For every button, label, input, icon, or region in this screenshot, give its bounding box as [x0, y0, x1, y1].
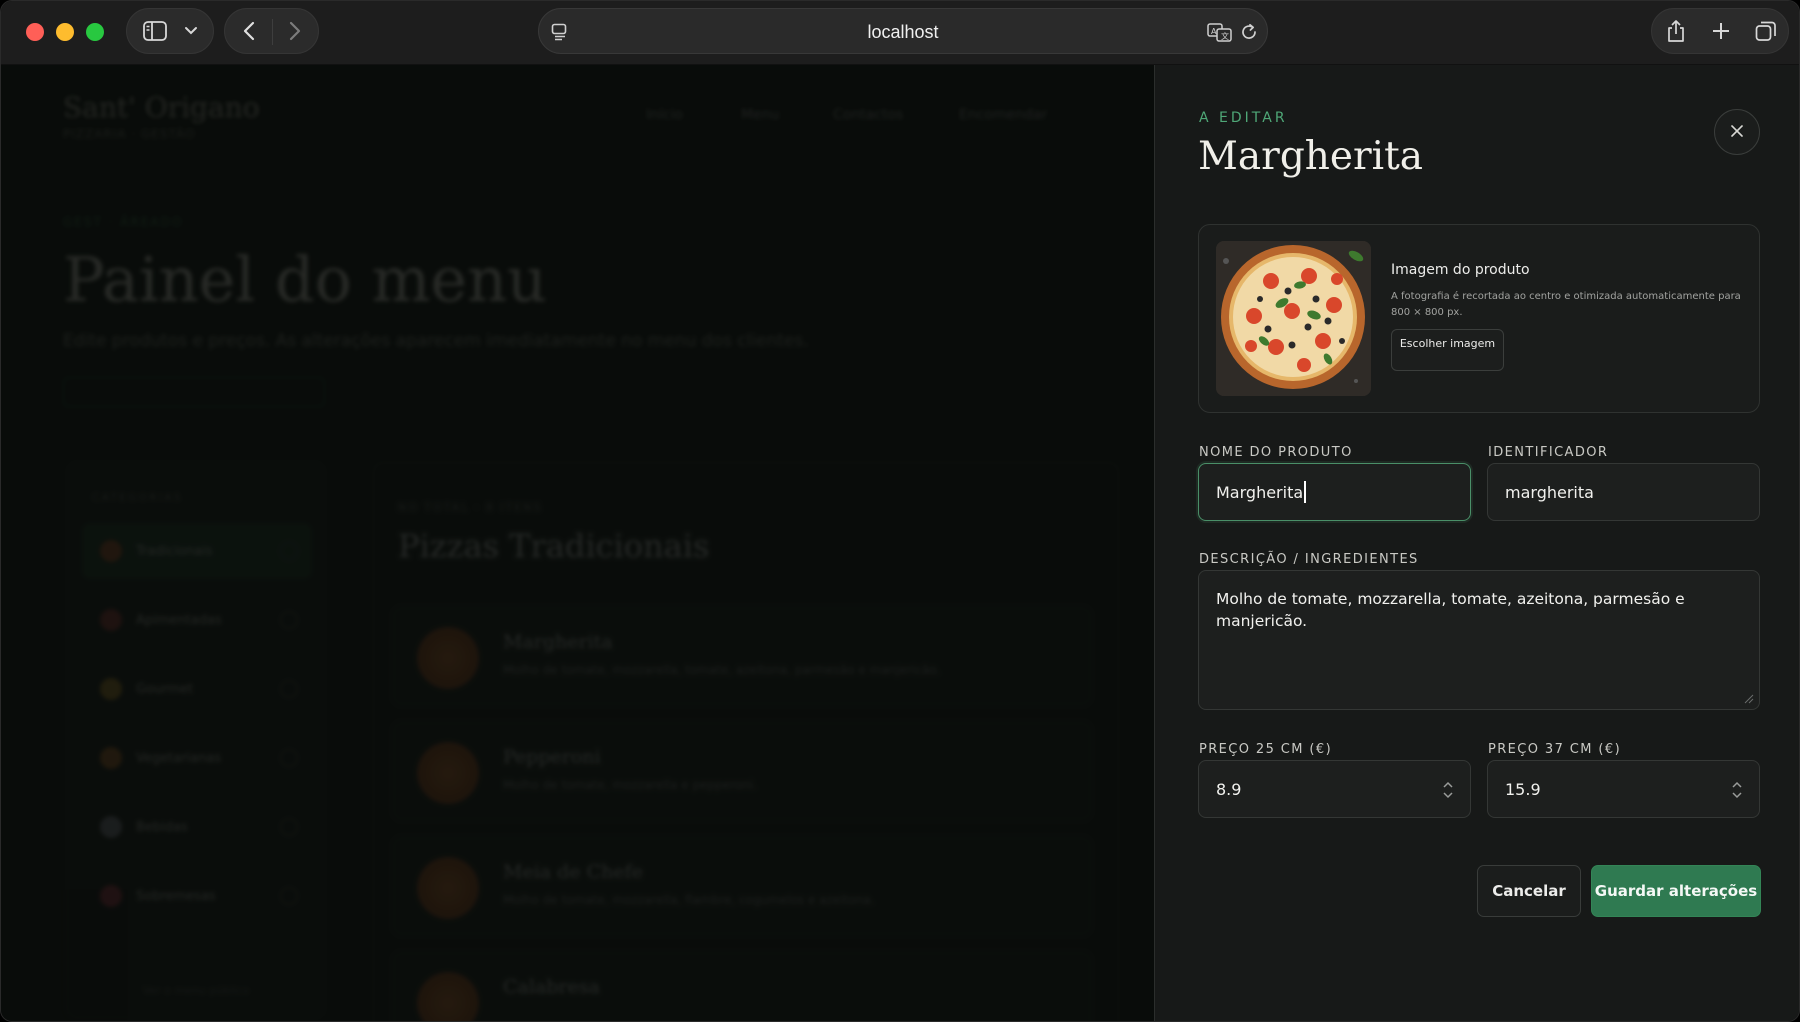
- price-large-label: PREÇO 37 CM (€): [1488, 742, 1622, 757]
- nav-divider: [272, 19, 273, 45]
- close-window-button[interactable]: [26, 23, 44, 41]
- price-small-input[interactable]: 8.9: [1198, 760, 1471, 818]
- panel-eyebrow: A EDITAR: [1199, 110, 1288, 126]
- number-stepper-icon[interactable]: [1442, 780, 1454, 800]
- product-name-input[interactable]: Margherita: [1198, 463, 1471, 521]
- cancel-button[interactable]: Cancelar: [1477, 865, 1581, 917]
- minimize-window-button[interactable]: [56, 23, 74, 41]
- address-text: localhost: [867, 22, 939, 42]
- price-large-input[interactable]: 15.9: [1487, 760, 1760, 818]
- svg-text:A: A: [1211, 27, 1217, 36]
- image-label: Imagem do produto: [1391, 262, 1530, 278]
- browser-toolbar: localhost A文: [1, 1, 1799, 65]
- product-image-card: Imagem do produto A fotografia é recorta…: [1198, 224, 1760, 413]
- identifier-label: IDENTIFICADOR: [1488, 445, 1609, 460]
- svg-text:文: 文: [1221, 31, 1229, 41]
- close-button[interactable]: [1714, 109, 1760, 155]
- product-image: [1216, 241, 1371, 396]
- browser-window: localhost A文 Sant' Origano PIZZARIA · GE…: [0, 0, 1800, 1022]
- price-small-label: PREÇO 25 CM (€): [1199, 742, 1333, 757]
- reload-icon[interactable]: [1239, 21, 1259, 43]
- identifier-input[interactable]: margherita: [1487, 463, 1760, 521]
- browser-actions-group: [1651, 8, 1789, 54]
- number-stepper-icon[interactable]: [1731, 780, 1743, 800]
- chevron-down-icon[interactable]: [183, 23, 199, 39]
- product-name-value: Margherita: [1216, 482, 1304, 502]
- description-textarea[interactable]: Molho de tomate, mozzarella, tomate, aze…: [1198, 570, 1760, 710]
- panel-title: Margherita: [1198, 134, 1424, 179]
- text-caret: [1304, 481, 1306, 503]
- navigation-group: [224, 8, 319, 54]
- share-icon[interactable]: [1664, 18, 1688, 44]
- new-tab-icon[interactable]: [1710, 20, 1732, 42]
- back-icon[interactable]: [239, 20, 259, 42]
- choose-image-button[interactable]: Escolher imagem: [1391, 329, 1504, 371]
- sidebar-toggle-icon[interactable]: [143, 20, 167, 42]
- background-page: Sant' Origano PIZZARIA · GESTÃO Início M…: [1, 65, 1154, 1021]
- image-help-text: A fotografia é recortada ao centro e oti…: [1391, 291, 1741, 318]
- product-name-label: NOME DO PRODUTO: [1199, 445, 1353, 460]
- edit-product-panel: A EDITAR Margherita Imagem do produto A …: [1154, 65, 1799, 1021]
- resize-grip-icon[interactable]: [1742, 692, 1754, 704]
- price-large-value: 15.9: [1505, 779, 1541, 799]
- description-label: DESCRIÇÃO / INGREDIENTES: [1199, 552, 1419, 567]
- tabs-overview-icon[interactable]: [1754, 20, 1778, 42]
- identifier-value: margherita: [1505, 482, 1594, 502]
- forward-icon[interactable]: [285, 20, 305, 42]
- close-icon: [1730, 123, 1744, 142]
- save-button[interactable]: Guardar alterações: [1591, 865, 1761, 917]
- address-bar[interactable]: localhost A文: [538, 8, 1268, 54]
- translate-icon[interactable]: A文: [1207, 21, 1233, 43]
- zoom-window-button[interactable]: [86, 23, 104, 41]
- description-value: Molho de tomate, mozzarella, tomate, aze…: [1216, 590, 1685, 630]
- modal-backdrop[interactable]: [1, 65, 1154, 1021]
- sidebar-toggle-group: [126, 8, 214, 54]
- price-small-value: 8.9: [1216, 779, 1242, 799]
